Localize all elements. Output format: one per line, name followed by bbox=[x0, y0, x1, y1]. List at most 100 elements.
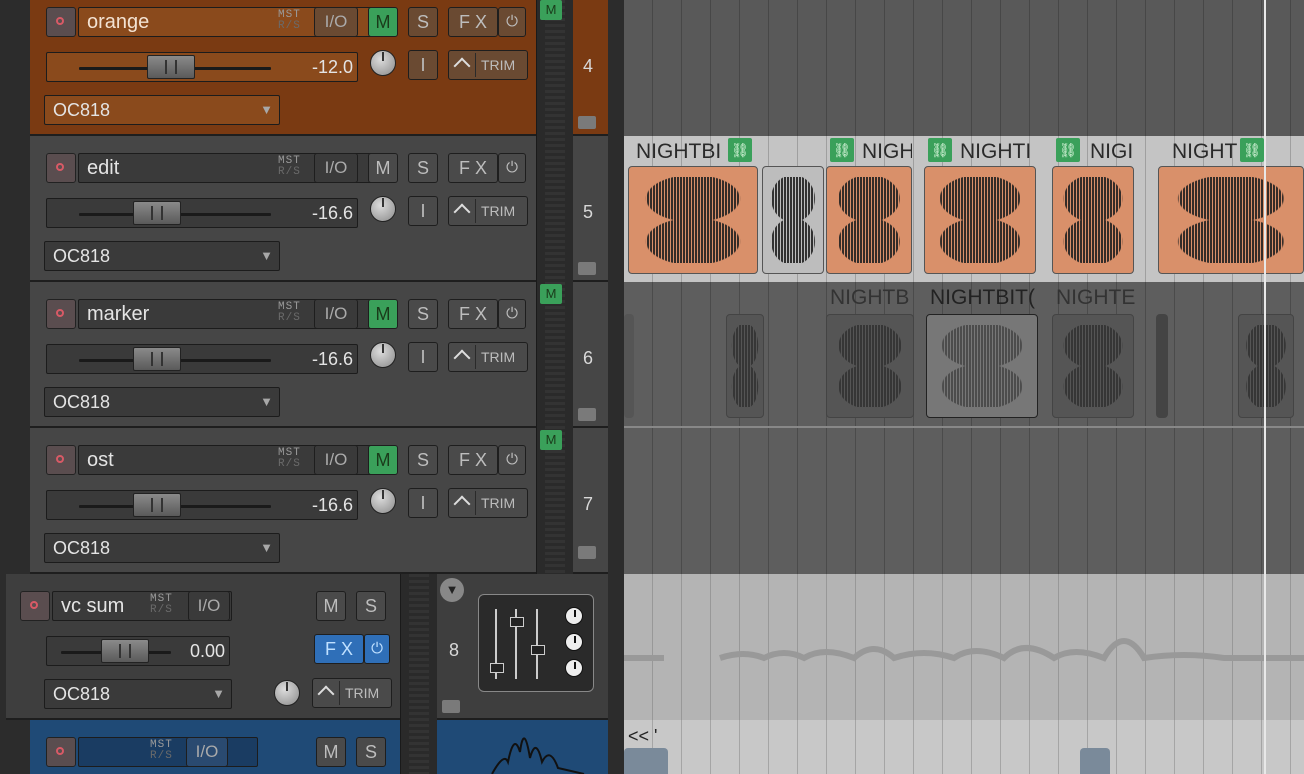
media-item[interactable] bbox=[1080, 748, 1110, 774]
pan-knob[interactable] bbox=[274, 680, 300, 706]
trim-button[interactable]: TRIM bbox=[312, 678, 392, 708]
track-edit[interactable]: edit MST R/S I/O M S F X ⏻ -16.6 I TRIM O… bbox=[30, 136, 608, 282]
track-ost[interactable]: ost MST R/S I/O M S F X ⏻ -16.6 I TRIM OC… bbox=[30, 428, 608, 574]
folder-icon[interactable] bbox=[578, 408, 596, 421]
input-select[interactable]: OC818 ▼ bbox=[44, 387, 280, 417]
media-item[interactable] bbox=[826, 166, 912, 274]
lane-orange[interactable] bbox=[624, 0, 1304, 136]
input-select[interactable]: OC818 ▼ bbox=[44, 95, 280, 125]
media-item[interactable] bbox=[1052, 314, 1134, 418]
track-orange[interactable]: orange MST R/S I/O M S F X ⏻ -12.0 I TRIM… bbox=[30, 0, 608, 136]
fader-handle[interactable] bbox=[133, 493, 181, 517]
media-item[interactable] bbox=[826, 314, 914, 418]
fx-bypass-button[interactable]: ⏻ bbox=[498, 299, 526, 329]
solo-button[interactable]: S bbox=[356, 591, 386, 621]
pan-knob[interactable] bbox=[370, 488, 396, 514]
fx-slider-handle[interactable] bbox=[490, 663, 504, 673]
volume-fader[interactable]: 0.00 bbox=[46, 636, 230, 666]
mst-rs-label[interactable]: MST R/S bbox=[278, 10, 301, 32]
fx-knob[interactable] bbox=[565, 607, 583, 625]
fx-button[interactable]: F X bbox=[448, 7, 498, 37]
fx-button[interactable]: F X bbox=[448, 153, 498, 183]
fx-bypass-button[interactable]: ⏻ bbox=[498, 7, 526, 37]
group-link-icon[interactable]: ⛓ bbox=[728, 138, 752, 162]
volume-fader[interactable]: -12.0 bbox=[46, 52, 358, 82]
fx-bypass-button[interactable]: ⏻ bbox=[498, 153, 526, 183]
mute-button[interactable]: M bbox=[316, 737, 346, 767]
media-item[interactable] bbox=[924, 166, 1036, 274]
solo-button[interactable]: S bbox=[408, 153, 438, 183]
fx-button[interactable]: F X bbox=[448, 299, 498, 329]
trim-button[interactable]: TRIM bbox=[448, 50, 528, 80]
record-arm-button[interactable] bbox=[20, 591, 50, 621]
folder-icon[interactable] bbox=[578, 546, 596, 559]
input-monitor-button[interactable]: I bbox=[408, 342, 438, 372]
io-button[interactable]: I/O bbox=[188, 591, 230, 621]
media-item[interactable] bbox=[1156, 314, 1168, 418]
lane-vc-sum[interactable] bbox=[624, 574, 1304, 720]
mute-button[interactable]: M bbox=[368, 7, 398, 37]
input-select[interactable]: OC818 ▼ bbox=[44, 241, 280, 271]
fader-handle[interactable] bbox=[101, 639, 149, 663]
io-button[interactable]: I/O bbox=[186, 737, 228, 767]
volume-fader[interactable]: -16.6 bbox=[46, 344, 358, 374]
media-item[interactable] bbox=[1238, 314, 1294, 418]
fader-handle[interactable] bbox=[133, 347, 181, 371]
folder-icon[interactable] bbox=[442, 700, 460, 713]
mute-button[interactable]: M bbox=[316, 591, 346, 621]
group-link-icon[interactable]: ⛓ bbox=[830, 138, 854, 162]
media-item[interactable] bbox=[624, 314, 634, 418]
fx-bypass-button[interactable]: ⏻ bbox=[364, 634, 390, 664]
fx-slider-handle[interactable] bbox=[531, 645, 545, 655]
input-monitor-button[interactable]: I bbox=[408, 488, 438, 518]
fx-parameter-panel[interactable] bbox=[478, 594, 594, 692]
track-marker[interactable]: marker MST R/S I/O M S F X ⏻ -16.6 I TRIM… bbox=[30, 282, 608, 428]
media-item[interactable] bbox=[1158, 166, 1304, 274]
media-item[interactable] bbox=[726, 314, 764, 418]
record-arm-button[interactable] bbox=[46, 737, 76, 767]
record-arm-button[interactable] bbox=[46, 153, 76, 183]
fx-button[interactable]: F X bbox=[448, 445, 498, 475]
trim-button[interactable]: TRIM bbox=[448, 196, 528, 226]
io-button[interactable]: I/O bbox=[314, 7, 358, 37]
media-item[interactable] bbox=[624, 748, 668, 774]
media-item[interactable] bbox=[628, 166, 758, 274]
pan-knob[interactable] bbox=[370, 342, 396, 368]
lane-edit[interactable]: NIGHTBI ⛓ ⛓ NIGH ⛓ NIGHTI ⛓ NIGI NIGHT ⛓ bbox=[624, 136, 1304, 282]
media-item[interactable] bbox=[1052, 166, 1134, 274]
fx-knob[interactable] bbox=[565, 633, 583, 651]
io-button[interactable]: I/O bbox=[314, 153, 358, 183]
mst-rs-label[interactable]: MST R/S bbox=[150, 740, 173, 762]
input-monitor-button[interactable]: I bbox=[408, 196, 438, 226]
fx-slider-handle[interactable] bbox=[510, 617, 524, 627]
mute-button[interactable]: M bbox=[368, 445, 398, 475]
mst-rs-label[interactable]: MST R/S bbox=[278, 448, 301, 470]
solo-button[interactable]: S bbox=[356, 737, 386, 767]
io-button[interactable]: I/O bbox=[314, 299, 358, 329]
arrange-view[interactable]: NIGHTBI ⛓ ⛓ NIGH ⛓ NIGHTI ⛓ NIGI NIGHT ⛓… bbox=[624, 0, 1304, 774]
media-item[interactable] bbox=[762, 166, 824, 274]
volume-fader[interactable]: -16.6 bbox=[46, 198, 358, 228]
mute-button[interactable]: M bbox=[368, 153, 398, 183]
fx-knob[interactable] bbox=[565, 659, 583, 677]
folder-collapse-icon[interactable]: ▼ bbox=[440, 578, 464, 602]
volume-fader[interactable]: -16.6 bbox=[46, 490, 358, 520]
io-button[interactable]: I/O bbox=[314, 445, 358, 475]
fader-handle[interactable] bbox=[133, 201, 181, 225]
folder-icon[interactable] bbox=[578, 116, 596, 129]
input-select[interactable]: OC818 ▼ bbox=[44, 533, 280, 563]
mst-rs-label[interactable]: MST R/S bbox=[278, 302, 301, 324]
fader-handle[interactable] bbox=[147, 55, 195, 79]
solo-button[interactable]: S bbox=[408, 299, 438, 329]
input-select[interactable]: OC818 ▼ bbox=[44, 679, 232, 709]
lane-bottom[interactable]: << ' bbox=[624, 720, 1304, 774]
group-link-icon[interactable]: ⛓ bbox=[1240, 138, 1264, 162]
solo-button[interactable]: S bbox=[408, 445, 438, 475]
lane-ost[interactable] bbox=[624, 428, 1304, 574]
record-arm-button[interactable] bbox=[46, 7, 76, 37]
pan-knob[interactable] bbox=[370, 196, 396, 222]
trim-button[interactable]: TRIM bbox=[448, 488, 528, 518]
folder-icon[interactable] bbox=[578, 262, 596, 275]
media-item[interactable] bbox=[926, 314, 1038, 418]
fx-button[interactable]: F X bbox=[314, 634, 364, 664]
